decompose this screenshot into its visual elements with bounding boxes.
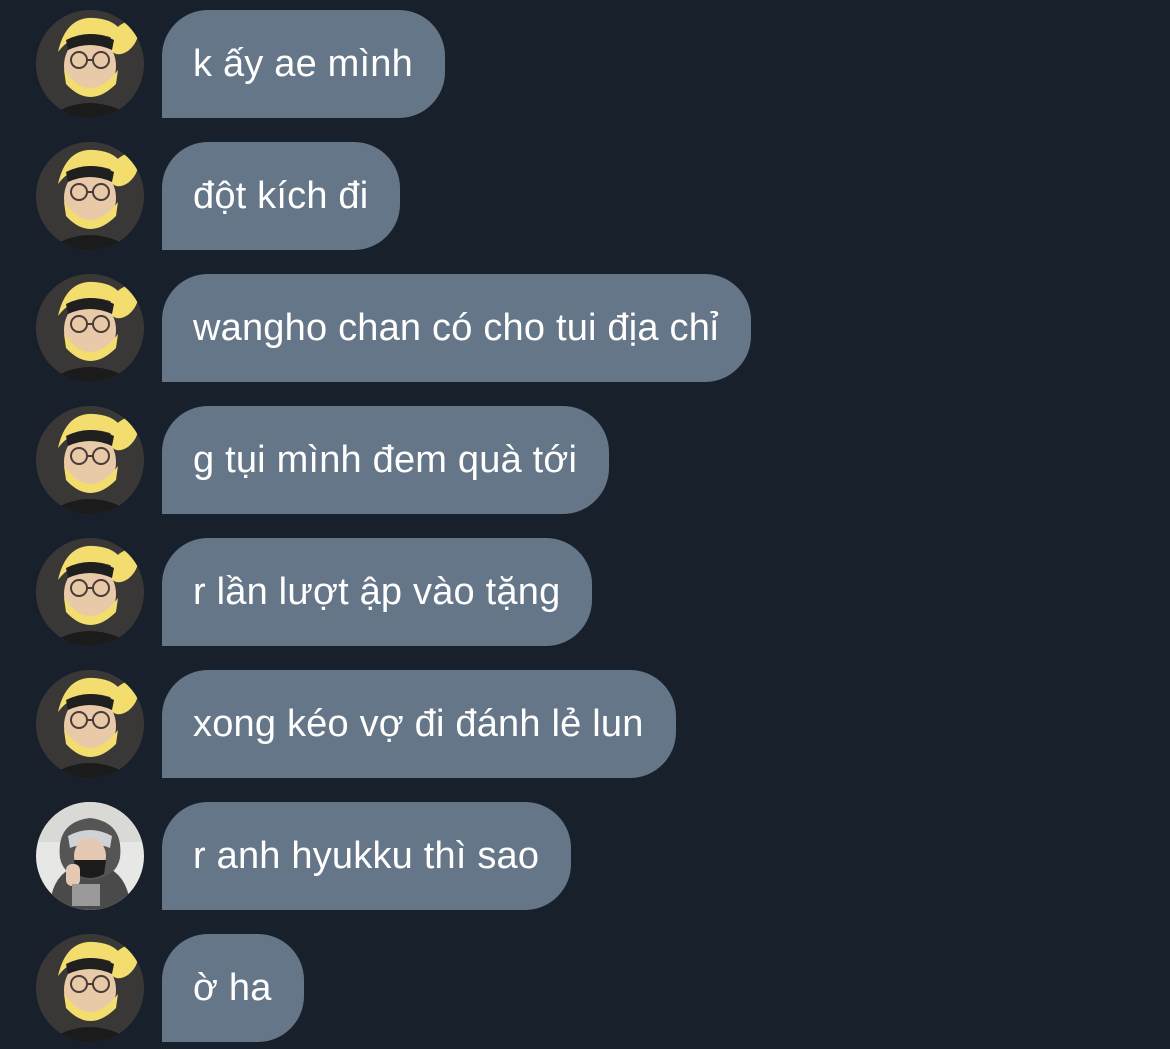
- yellow-hood-avatar[interactable]: [36, 538, 144, 646]
- message-bubble[interactable]: ờ ha: [162, 934, 304, 1042]
- message-row: ờ ha: [0, 934, 1170, 1042]
- message-row: r anh hyukku thì sao: [0, 802, 1170, 910]
- message-text: đột kích đi: [193, 174, 369, 217]
- message-bubble[interactable]: g tụi mình đem quà tới: [162, 406, 610, 514]
- message-row: wangho chan có cho tui địa chỉ: [0, 274, 1170, 382]
- message-row: đột kích đi: [0, 142, 1170, 250]
- message-row: xong kéo vợ đi đánh lẻ lun: [0, 670, 1170, 778]
- message-text: k ấy ae mình: [193, 42, 413, 85]
- message-bubble[interactable]: wangho chan có cho tui địa chỉ: [162, 274, 751, 382]
- message-row: r lần lượt ập vào tặng: [0, 538, 1170, 646]
- message-text: r anh hyukku thì sao: [193, 834, 540, 877]
- yellow-hood-avatar[interactable]: [36, 406, 144, 514]
- message-text: xong kéo vợ đi đánh lẻ lun: [193, 702, 644, 745]
- yellow-hood-avatar[interactable]: [36, 274, 144, 382]
- message-text: ờ ha: [193, 966, 272, 1009]
- message-row: k ấy ae mình: [0, 10, 1170, 118]
- chat-thread: k ấy ae mình đột kích đi wangho chan có …: [0, 0, 1170, 1049]
- message-bubble[interactable]: k ấy ae mình: [162, 10, 445, 118]
- yellow-hood-avatar[interactable]: [36, 10, 144, 118]
- message-bubble[interactable]: xong kéo vợ đi đánh lẻ lun: [162, 670, 676, 778]
- message-row: g tụi mình đem quà tới: [0, 406, 1170, 514]
- yellow-hood-avatar[interactable]: [36, 142, 144, 250]
- message-text: wangho chan có cho tui địa chỉ: [193, 306, 719, 349]
- message-text: g tụi mình đem quà tới: [193, 438, 578, 481]
- gray-hoodie-avatar[interactable]: [36, 802, 144, 910]
- yellow-hood-avatar[interactable]: [36, 934, 144, 1042]
- message-text: r lần lượt ập vào tặng: [193, 570, 561, 613]
- message-bubble[interactable]: r lần lượt ập vào tặng: [162, 538, 593, 646]
- yellow-hood-avatar[interactable]: [36, 670, 144, 778]
- message-bubble[interactable]: đột kích đi: [162, 142, 401, 250]
- message-bubble[interactable]: r anh hyukku thì sao: [162, 802, 572, 910]
